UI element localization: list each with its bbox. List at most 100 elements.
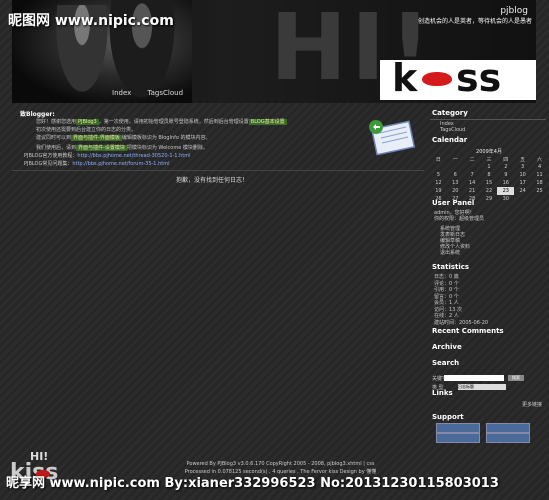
calendar-day[interactable]: 3 <box>514 163 531 171</box>
calendar-day[interactable]: 21 <box>464 187 481 195</box>
kiss-logo-ss: ss <box>456 56 502 100</box>
calendar-day[interactable]: 20 <box>447 187 464 195</box>
calendar-day[interactable]: 13 <box>447 179 464 187</box>
welcome-heading: 致Blogger: <box>20 111 55 118</box>
calendar-empty-day <box>447 163 464 171</box>
sidebar: Category Index TagsCloud Calendar 2009年4… <box>430 105 549 470</box>
calendar-day[interactable]: 22 <box>481 187 498 195</box>
statistics-item: 建站时间：2005-06-20 <box>434 319 489 326</box>
msg-p3-b: 编辑模板标识为 BlogInfo 的模块内容。 <box>121 135 211 141</box>
search-input[interactable] <box>444 375 504 381</box>
calendar-empty-day <box>430 163 447 171</box>
msg-p1-b: ，第一次使用，请用初始管理员账号登陆系统，然后到后台管理设置 <box>98 119 249 125</box>
calendar-day[interactable]: 6 <box>447 171 464 179</box>
kiss-logo[interactable]: k ss <box>380 56 536 100</box>
module-link[interactable]: 界面与插件-设置模块 <box>76 145 127 151</box>
calendar-day[interactable]: 16 <box>497 179 514 187</box>
msg-p2: 初次使用还需要到后台建立你的日志的分类。 <box>36 127 137 133</box>
calendar-grid: 日一二三四五六 1 2 3 4 5 6 7 8 9 10 11 12 13 14 15 16 17 18 19 20 2… <box>430 155 548 203</box>
calendar-week: 19 20 21 22 23 24 25 <box>430 187 548 195</box>
footer-powered: Powered By PJBlog3 v3.0.6.170 CopyRight … <box>186 461 375 467</box>
calendar: 2009年4月 日一二三四五六 1 2 3 4 5 6 7 8 9 10 11 12 13 14 15 16 1… <box>430 148 548 203</box>
archive-title: Archive <box>432 343 462 351</box>
calendar-week: 1234 <box>430 163 548 171</box>
search-title: Search <box>432 359 460 367</box>
calendar-day[interactable]: 10 <box>514 171 531 179</box>
tutorial-link[interactable]: http://bbs.pjhome.net/thread-30520-1-1.h… <box>77 153 190 159</box>
search-button[interactable]: 搜索 <box>508 375 524 381</box>
content-divider <box>12 170 424 171</box>
calendar-title: Calendar <box>432 136 468 144</box>
calendar-day[interactable]: 5 <box>430 171 447 179</box>
link1-label: PJBLOG官方使用教程： <box>24 153 78 159</box>
calendar-day[interactable]: 17 <box>514 179 531 187</box>
watermark-bottom: 昵享网 www.nipic.com By:xianer332996523 No:… <box>6 476 499 491</box>
calendar-weekday: 四 <box>503 156 509 163</box>
calendar-day[interactable]: 11 <box>531 171 548 179</box>
calendar-day[interactable]: 24 <box>514 187 531 195</box>
top-nav: Index TagsCloud <box>112 89 197 97</box>
page: HI! k ss pjblog 创造机会的人是英者，等待机会的人是愚者 Inde… <box>0 0 549 500</box>
user-menu-item[interactable]: 退出系统 <box>440 249 460 256</box>
calendar-weekdays: 日一二三四五六 <box>430 155 548 163</box>
support-badge[interactable] <box>436 423 480 433</box>
calendar-day[interactable]: 23 <box>497 187 515 195</box>
statistics-title: Statistics <box>432 263 470 271</box>
calendar-month: 2009年4月 <box>476 149 502 155</box>
category-item-tagscloud[interactable]: TagsCloud <box>440 127 465 133</box>
blog-name[interactable]: pjblog <box>500 6 528 16</box>
msg-p1-hl1: PJBlog3 <box>76 119 99 125</box>
calendar-day[interactable]: 19 <box>430 187 447 195</box>
recent-comments-title: Recent Comments <box>432 327 504 335</box>
search-type-select[interactable]: 日志标题 <box>458 384 506 390</box>
calendar-day[interactable]: 25 <box>531 187 548 195</box>
welcome-message: 您好！感谢您选用 PJBlog3 ，第一次使用，请用初始管理员账号登陆系统，然后到后… <box>24 118 354 168</box>
link2-label: PJBLOG常见问题集： <box>24 161 73 167</box>
calendar-day[interactable]: 2 <box>497 163 514 171</box>
calendar-week: 5 6 7 8 9 10 11 <box>430 171 548 179</box>
calendar-day[interactable]: 12 <box>430 179 447 187</box>
msg-p4-b: 把模块标识为 Welcome 模块删除。 <box>126 145 208 151</box>
no-posts-message: 抱歉，没有找到任何日志！ <box>175 177 248 184</box>
more-links[interactable]: 更多链接 <box>522 401 542 408</box>
calendar-weekday: 六 <box>537 156 543 163</box>
watermark-top: 昵图网 www.nipic.com <box>8 13 174 29</box>
calendar-day[interactable]: 8 <box>481 171 498 179</box>
calendar-weekday: 二 <box>469 156 475 163</box>
kiss-logo-k: k <box>392 56 418 100</box>
calendar-empty-day <box>514 195 531 203</box>
user-role: 你的权限：超级管理员 <box>434 216 485 222</box>
category-divider <box>430 119 546 120</box>
msg-p3-a: 建议同时可以到 <box>36 135 72 141</box>
calendar-day[interactable]: 30 <box>497 195 514 203</box>
lips-icon <box>422 72 452 86</box>
calendar-empty-day <box>464 163 481 171</box>
calendar-day[interactable]: 14 <box>464 179 481 187</box>
calendar-day[interactable]: 9 <box>497 171 514 179</box>
msg-p1-a: 您好！感谢您选用 <box>36 119 77 125</box>
faq-link[interactable]: http://bbs.pjhome.net/forum-35-1.html <box>72 161 169 167</box>
support-badge[interactable] <box>486 423 530 433</box>
calendar-day[interactable]: 1 <box>481 163 498 171</box>
calendar-day[interactable]: 29 <box>481 195 498 203</box>
support-badge[interactable] <box>436 433 480 443</box>
calendar-weekday: 三 <box>486 156 492 163</box>
blog-settings-link[interactable]: BLOG基本设置 <box>248 119 287 125</box>
category-title: Category <box>432 109 468 117</box>
calendar-day[interactable]: 18 <box>531 179 548 187</box>
calendar-day[interactable]: 4 <box>531 163 548 171</box>
nav-item-index[interactable]: Index <box>112 89 131 97</box>
msg-p4-a: 我们使用后，请到 <box>36 145 77 151</box>
support-title: Support <box>432 413 464 421</box>
welcome-letter-icon <box>369 120 416 156</box>
nav-item-tagscloud[interactable]: TagsCloud <box>148 89 184 97</box>
support-badge[interactable] <box>486 433 530 443</box>
calendar-week: 12 13 14 15 16 17 18 <box>430 179 548 187</box>
calendar-weekday: 日 <box>435 156 441 163</box>
calendar-day[interactable]: 15 <box>481 179 498 187</box>
calendar-empty-day <box>531 195 548 203</box>
template-link[interactable]: 界面与插件-界面模板 <box>71 135 122 141</box>
calendar-day[interactable]: 7 <box>464 171 481 179</box>
links-title: Links <box>432 389 453 397</box>
blog-slogan: 创造机会的人是英者，等待机会的人是愚者 <box>417 18 532 25</box>
